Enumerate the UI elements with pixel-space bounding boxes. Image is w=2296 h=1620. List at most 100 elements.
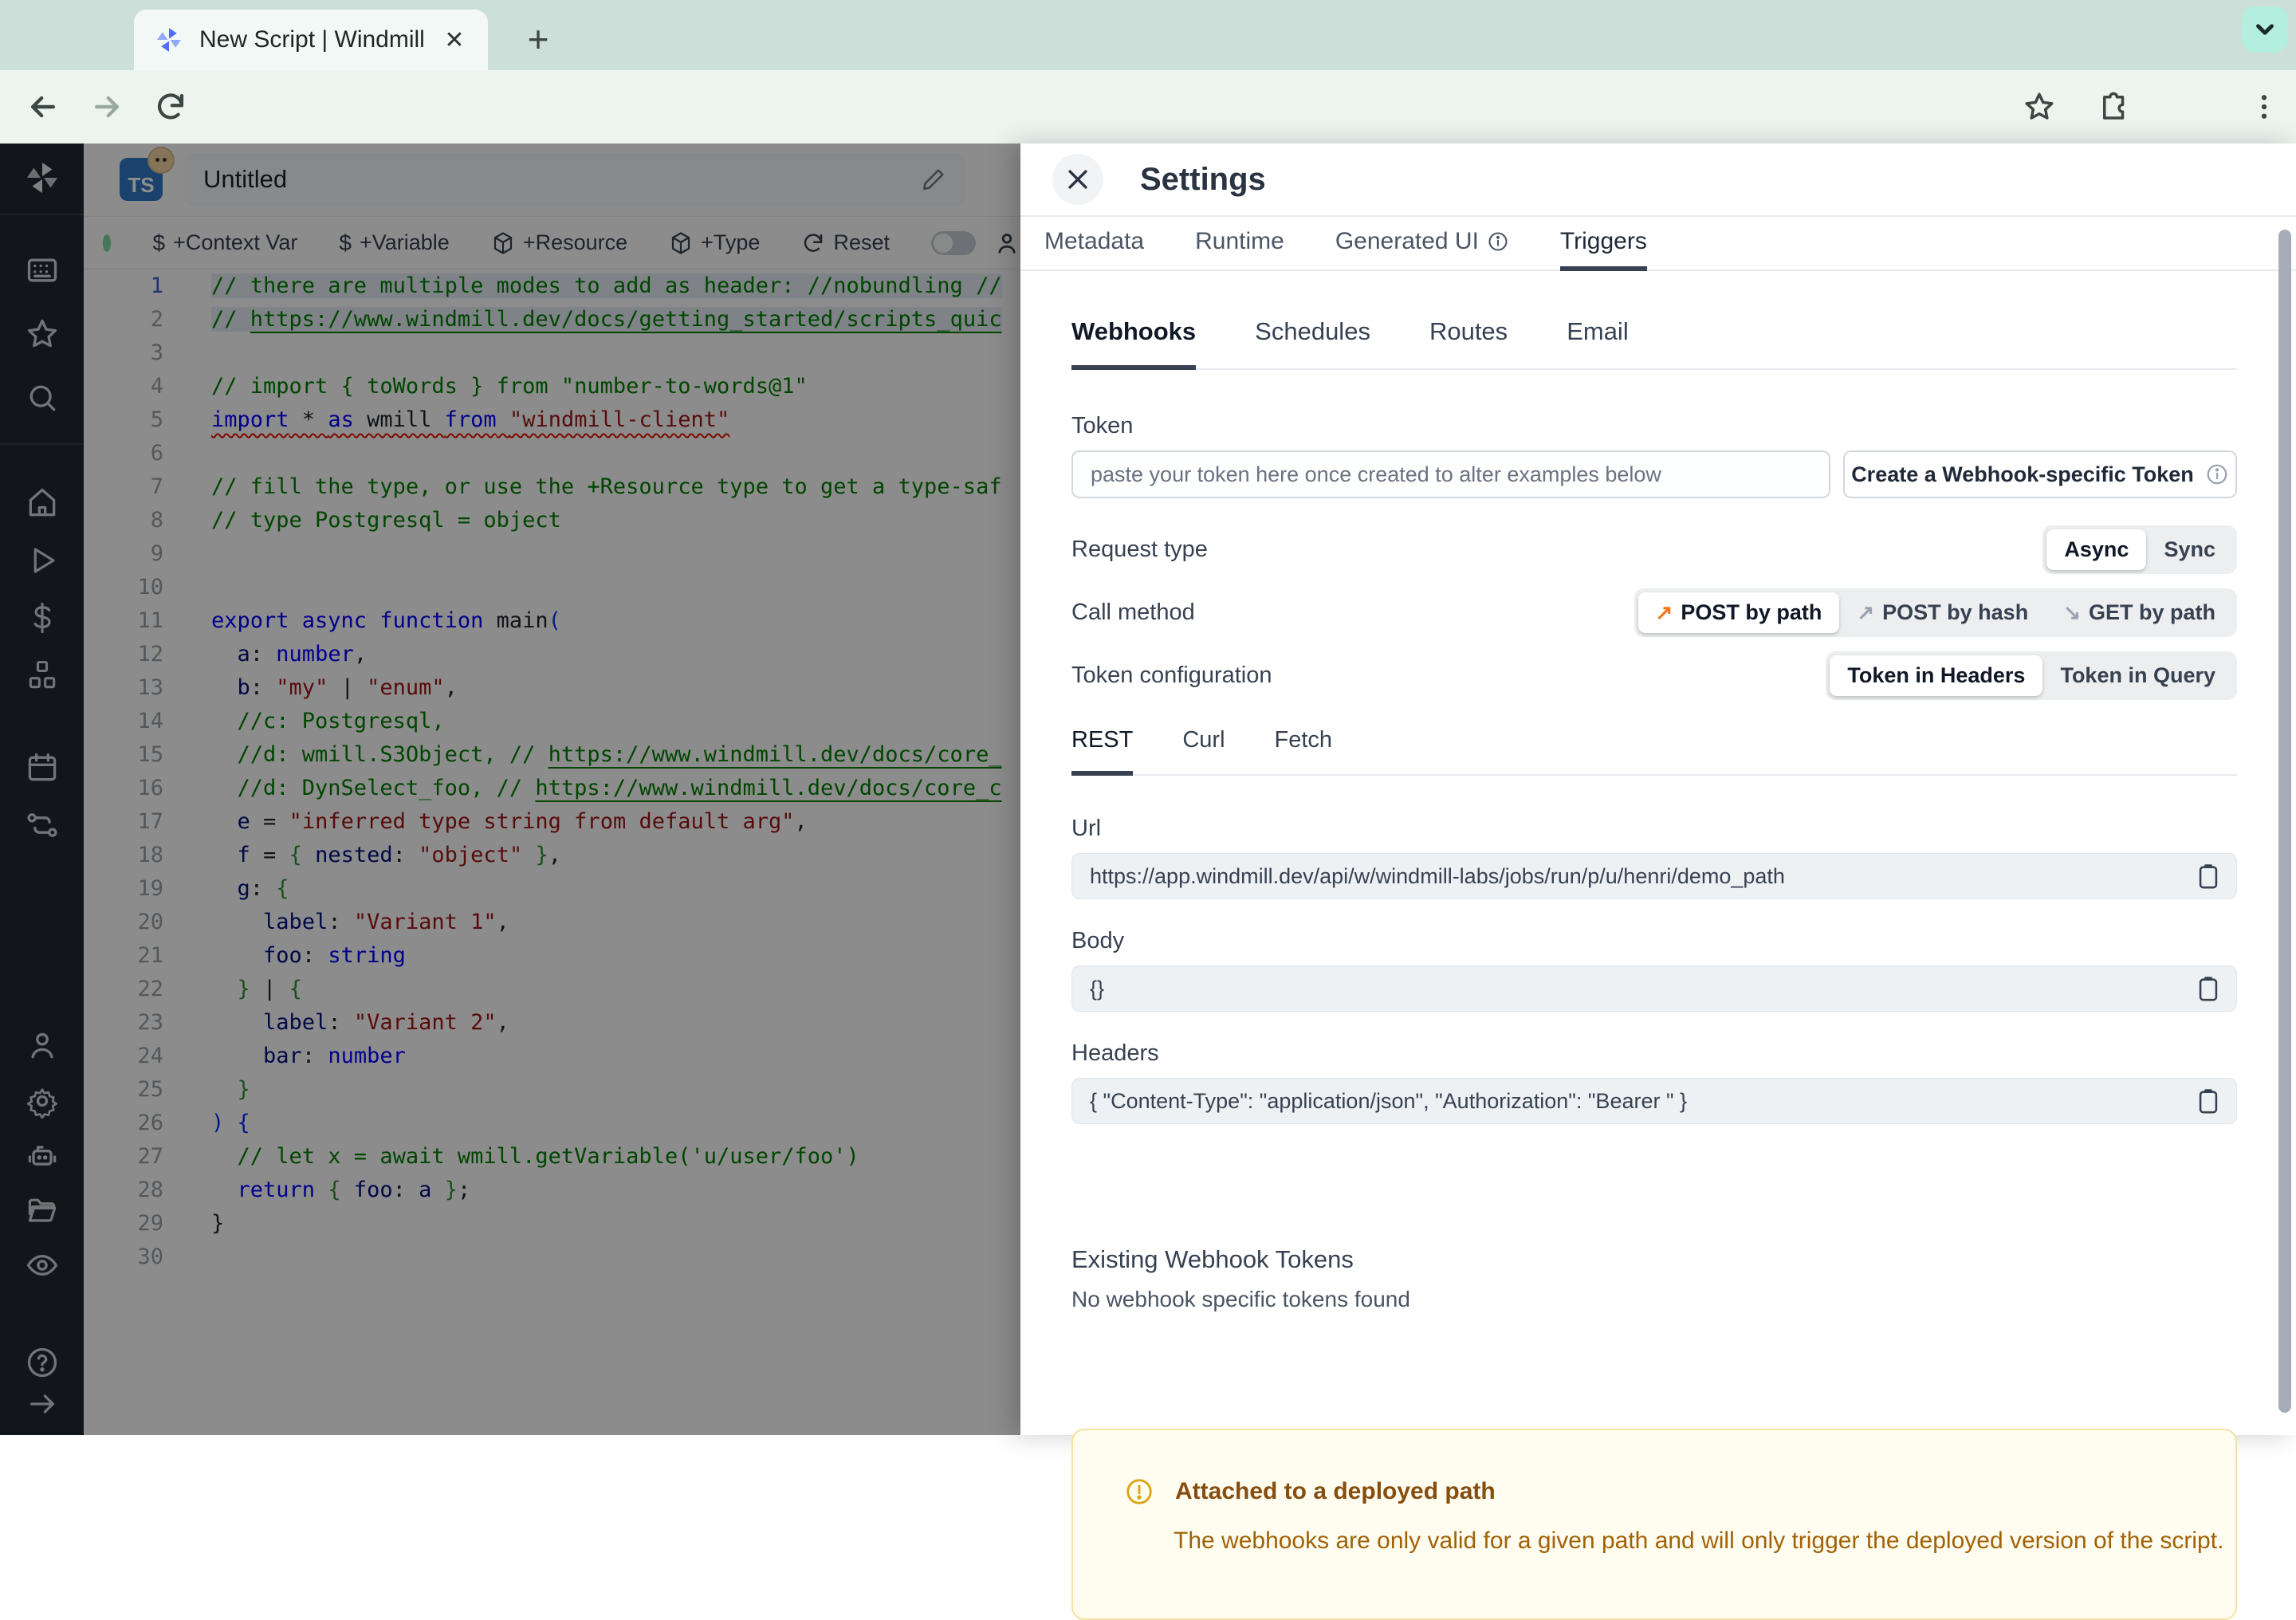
code-line[interactable]: 4// import { toWords } from "number-to-w… — [84, 370, 1020, 403]
line-number: 12 — [137, 642, 163, 666]
tab-fetch[interactable]: Fetch — [1275, 727, 1333, 776]
tab-generated-ui[interactable]: Generated UI — [1335, 217, 1509, 271]
folders-icon[interactable] — [24, 1193, 61, 1229]
tab-triggers[interactable]: Triggers — [1559, 217, 1647, 271]
runs-play-icon[interactable] — [24, 542, 61, 579]
code-line[interactable]: 30 — [84, 1241, 1020, 1274]
code-line[interactable]: 1// there are multiple modes to add as h… — [84, 269, 1020, 303]
tab-routes[interactable]: Routes — [1429, 317, 1508, 370]
expand-sidebar-icon[interactable] — [24, 1386, 61, 1422]
code-line[interactable]: 3 — [84, 336, 1020, 370]
tab-rest[interactable]: REST — [1071, 727, 1134, 776]
audit-eye-icon[interactable] — [24, 1247, 61, 1284]
code-line[interactable]: 23 label: "Variant 2", — [84, 1006, 1020, 1040]
user-icon[interactable] — [24, 1027, 61, 1064]
browser-tab[interactable]: New Script | Windmill ✕ — [134, 10, 488, 70]
forward-button[interactable] — [83, 83, 131, 131]
variables-dollar-icon[interactable] — [24, 600, 61, 636]
code-line[interactable]: 16 //d: DynSelect_foo, // https://www.wi… — [84, 772, 1020, 805]
code-line[interactable]: 29} — [84, 1207, 1020, 1241]
code-line[interactable]: 20 label: "Variant 1", — [84, 906, 1020, 939]
search-icon[interactable] — [24, 379, 61, 416]
code-line[interactable]: 13 b: "my" | "enum", — [84, 671, 1020, 705]
add-type-button[interactable]: +Type — [669, 230, 760, 255]
async-option[interactable]: Async — [2046, 529, 2147, 570]
code-line[interactable]: 22 } | { — [84, 973, 1020, 1006]
close-settings-button[interactable] — [1052, 154, 1103, 205]
back-button[interactable] — [19, 83, 67, 131]
line-number: 8 — [150, 508, 163, 533]
windmill-logo-icon[interactable] — [24, 159, 61, 196]
browser-menu-icon[interactable] — [2240, 83, 2288, 131]
code-line[interactable]: 26) { — [84, 1107, 1020, 1140]
line-number: 2 — [150, 307, 163, 332]
code-line[interactable]: 6 — [84, 437, 1020, 470]
settings-gear-icon[interactable] — [24, 1083, 61, 1119]
code-line[interactable]: 25 } — [84, 1073, 1020, 1107]
code-line[interactable]: 8// type Postgresql = object — [84, 504, 1020, 537]
extensions-icon[interactable] — [2090, 83, 2138, 131]
help-icon[interactable] — [24, 1344, 61, 1381]
body-value-field[interactable]: {} — [1071, 965, 2237, 1012]
sync-option[interactable]: Sync — [2146, 529, 2233, 570]
bookmark-star-icon[interactable] — [2015, 83, 2063, 131]
code-line[interactable]: 7// fill the type, or use the +Resource … — [84, 470, 1020, 504]
url-value-field[interactable]: https://app.windmill.dev/api/w/windmill-… — [1071, 853, 2237, 899]
add-resource-button[interactable]: +Resource — [491, 230, 627, 255]
code-line[interactable]: 27 // let x = await wmill.getVariable('u… — [84, 1140, 1020, 1174]
copy-icon[interactable] — [2195, 973, 2222, 1004]
info-icon — [1488, 232, 1508, 251]
edit-pencil-icon[interactable] — [921, 167, 946, 192]
headers-value-field[interactable]: { "Content-Type": "application/json", "A… — [1071, 1078, 2237, 1124]
token-in-query-option[interactable]: Token in Query — [2042, 655, 2233, 696]
code-line[interactable]: 11 export async function main( — [84, 604, 1020, 638]
get-by-path-option[interactable]: ↘ GET by path — [2046, 592, 2233, 633]
code-line[interactable]: 10 — [84, 571, 1020, 604]
tab-metadata[interactable]: Metadata — [1044, 217, 1144, 271]
copy-icon[interactable] — [2195, 861, 2222, 891]
tab-curl[interactable]: Curl — [1182, 727, 1225, 776]
workers-robot-icon[interactable] — [24, 1138, 61, 1175]
code-line[interactable]: 17 e = "inferred type string from defaul… — [84, 805, 1020, 839]
post-by-path-option[interactable]: ↗ POST by path — [1637, 592, 1840, 633]
schedules-calendar-icon[interactable] — [24, 749, 61, 786]
add-context-var-button[interactable]: $ +Context Var — [152, 230, 297, 256]
code-area[interactable]: 1// there are multiple modes to add as h… — [84, 269, 1020, 1435]
favorites-star-icon[interactable] — [24, 316, 61, 352]
token-in-headers-option[interactable]: Token in Headers — [1830, 655, 2043, 696]
code-line[interactable]: 28 return { foo: a }; — [84, 1174, 1020, 1207]
copy-icon[interactable] — [2195, 1086, 2222, 1116]
line-number: 15 — [137, 742, 163, 767]
home-icon[interactable] — [24, 485, 61, 521]
assistant-toggle[interactable] — [931, 230, 976, 255]
tab-schedules[interactable]: Schedules — [1255, 317, 1370, 370]
script-title-field[interactable]: Untitled — [184, 153, 965, 206]
code-line[interactable]: 18 f = { nested: "object" }, — [84, 839, 1020, 872]
code-line[interactable]: 9 — [84, 537, 1020, 571]
code-line[interactable]: 15 //d: wmill.S3Object, // https://www.w… — [84, 738, 1020, 772]
tab-webhooks[interactable]: Webhooks — [1071, 317, 1197, 370]
panel-scrollbar[interactable] — [2278, 230, 2291, 1413]
code-line[interactable]: 19 g: { — [84, 872, 1020, 906]
code-line[interactable]: 21 foo: string — [84, 939, 1020, 973]
new-tab-button[interactable]: + — [517, 18, 560, 61]
create-webhook-token-button[interactable]: Create a Webhook-specific Token — [1843, 450, 2237, 498]
window-chevron-button[interactable] — [2242, 6, 2288, 53]
tab-close-icon[interactable]: ✕ — [437, 22, 472, 57]
reload-button[interactable] — [147, 83, 195, 131]
resources-boxes-icon[interactable] — [24, 657, 61, 694]
code-line[interactable]: 12 a: number, — [84, 638, 1020, 671]
code-line[interactable]: 14 //c: Postgresql, — [84, 705, 1020, 738]
code-line[interactable]: 24 bar: number — [84, 1040, 1020, 1073]
reset-button[interactable]: Reset — [801, 230, 890, 255]
code-line[interactable]: 5 import * as wmill from "windmill-client… — [84, 403, 1020, 437]
add-variable-button[interactable]: $ +Variable — [339, 230, 449, 256]
code-line[interactable]: 2// https://www.windmill.dev/docs/gettin… — [84, 303, 1020, 336]
tab-email[interactable]: Email — [1567, 317, 1629, 370]
script-title[interactable]: Untitled — [203, 165, 921, 194]
apps-grid-icon[interactable] — [24, 252, 61, 289]
token-input[interactable]: paste your token here once created to al… — [1071, 450, 1830, 498]
post-by-hash-option[interactable]: ↗ POST by hash — [1839, 592, 2046, 633]
triggers-routes-icon[interactable] — [24, 807, 61, 843]
tab-runtime[interactable]: Runtime — [1195, 217, 1284, 271]
